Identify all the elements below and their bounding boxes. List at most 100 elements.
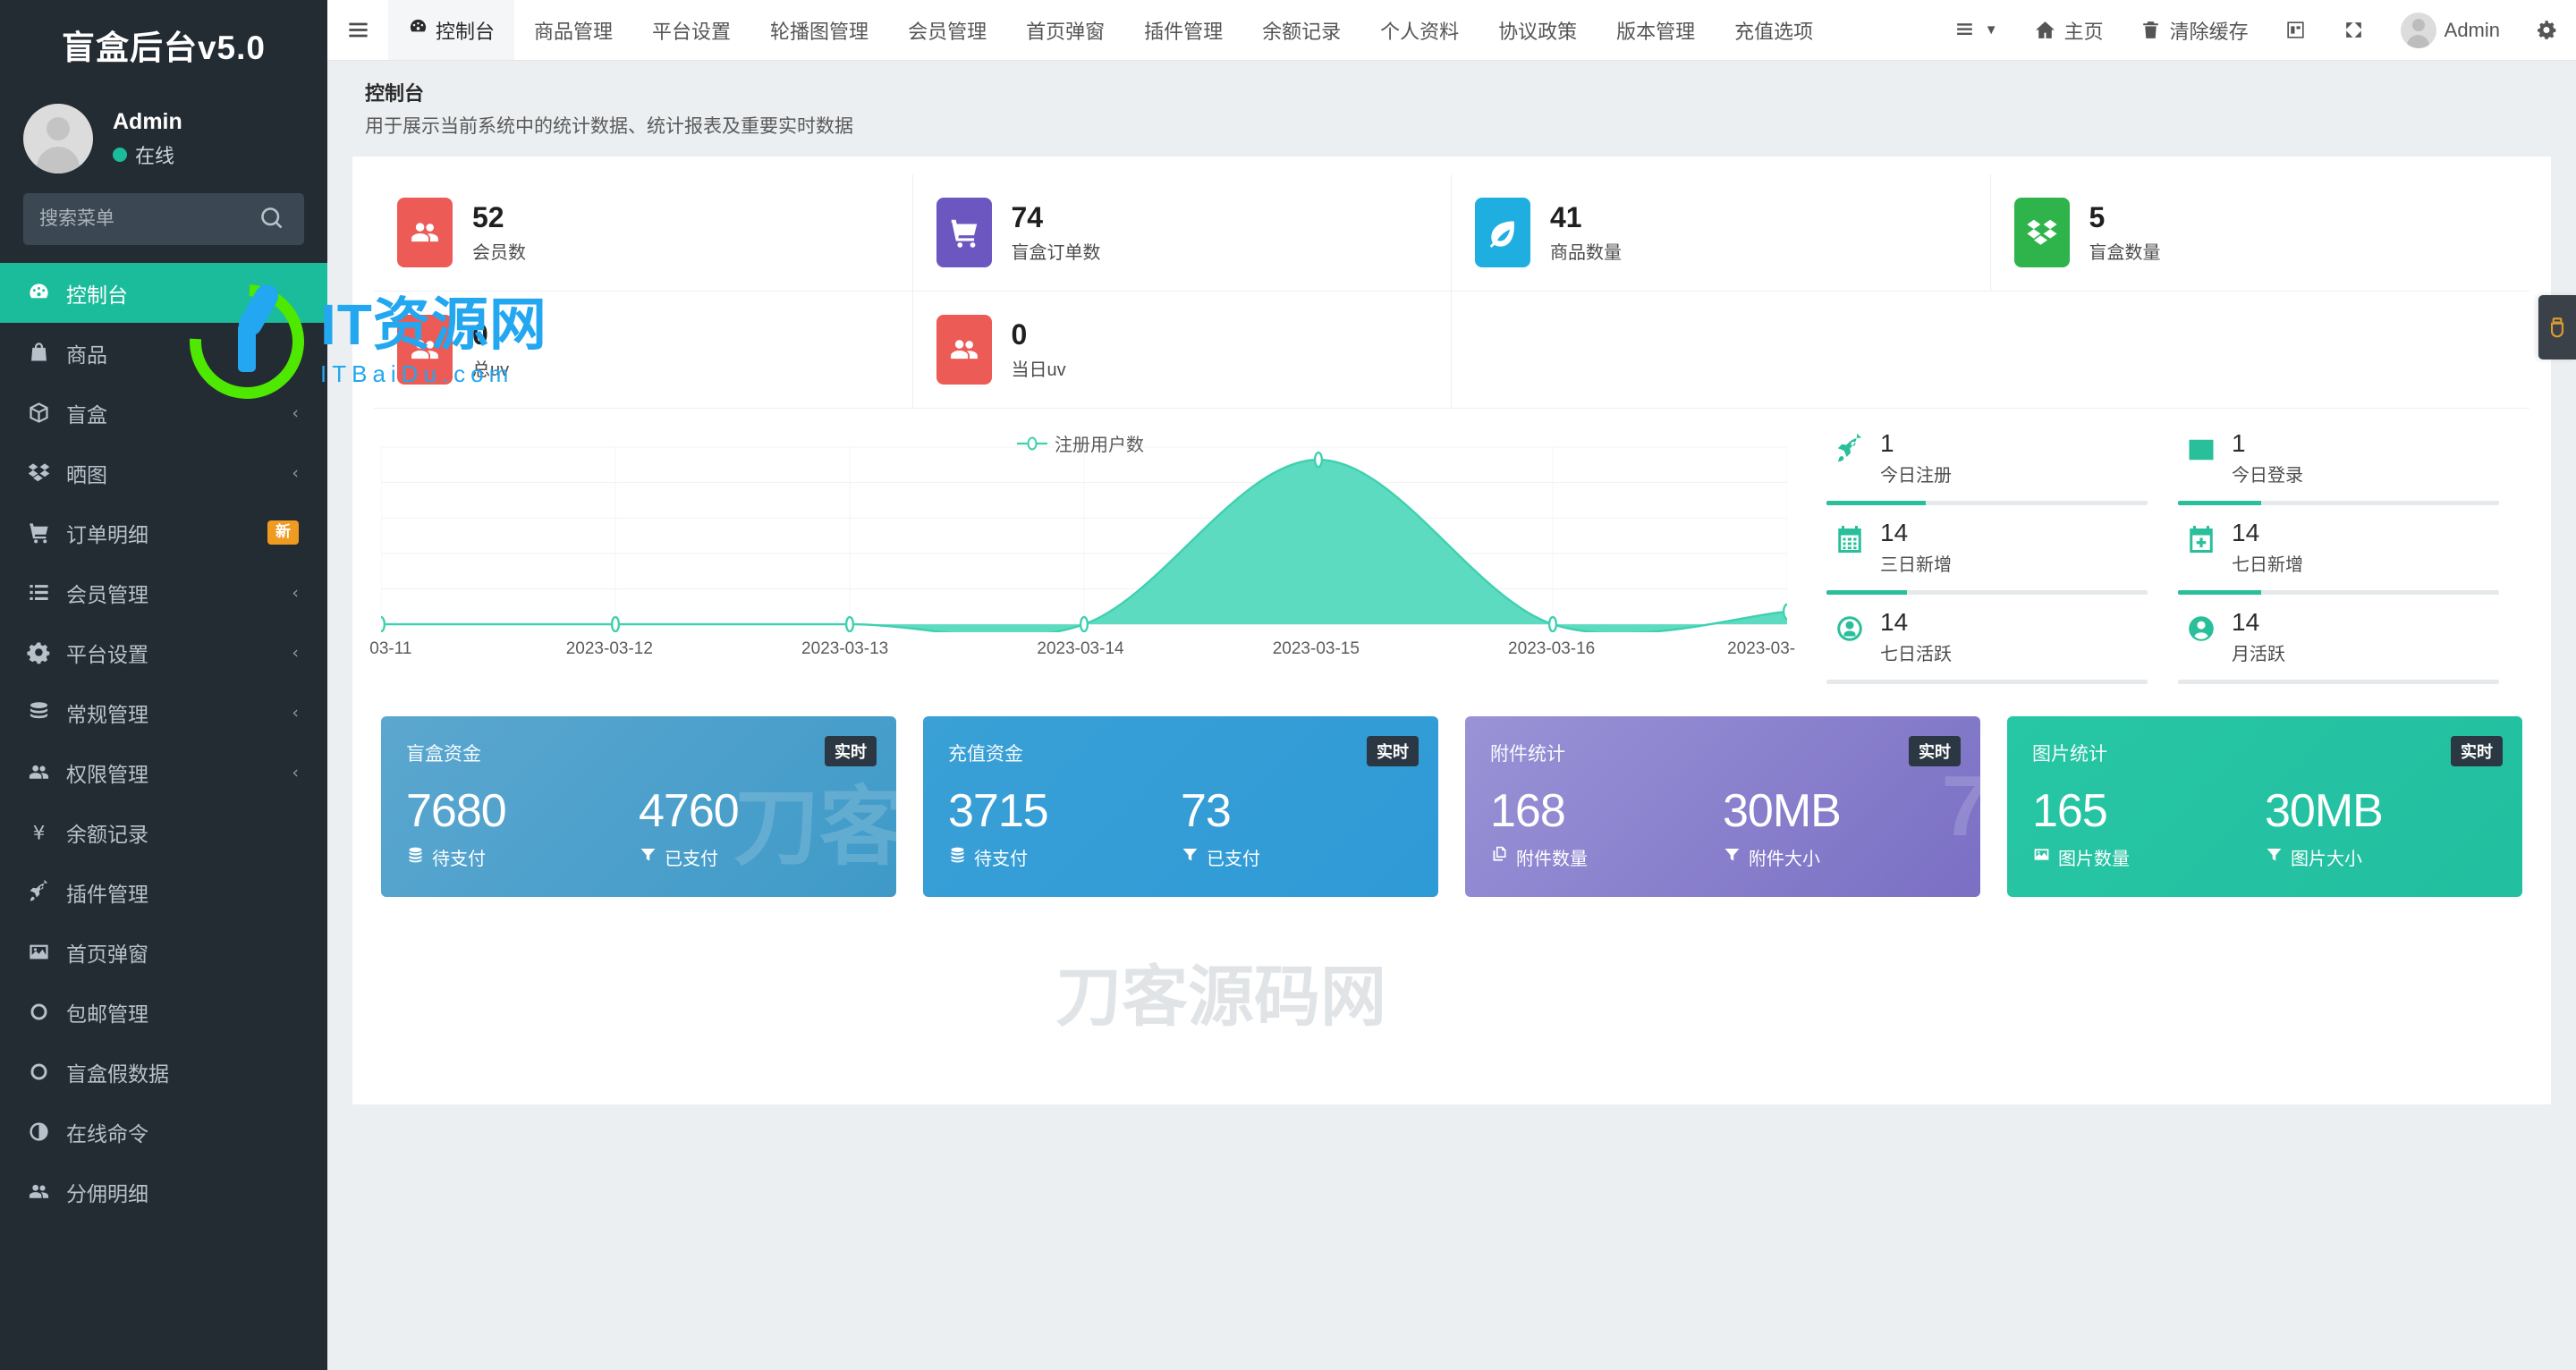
stat-label: 商品数量 [1550,242,1622,263]
home-button[interactable]: 主页 [2016,0,2122,60]
stat-card-5[interactable]: 0 当日uv [912,292,1452,409]
home-label: 主页 [2063,20,2104,43]
sidebar-item-14[interactable]: 在线命令 [0,1102,327,1162]
summary-card-2[interactable]: 附件统计 实时 7 168 附件数量 30MB 附件大小 [1465,716,1980,898]
page-subtitle: 用于展示当前系统中的统计数据、统计报表及重要实时数据 [365,116,853,137]
right-stat-4[interactable]: 14 七日活跃 [1826,604,2178,693]
chart-legend[interactable]: 注册用户数 [374,430,1787,456]
stat-card-1[interactable]: 74 盲盒订单数 [912,174,1452,292]
tab-8[interactable]: 个人资料 [1360,0,1479,60]
right-stat-5[interactable]: 14 月活跃 [2178,604,2529,693]
x-axis-tick: 2023-03-14 [1037,639,1124,658]
clear-cache-button[interactable]: 清除缓存 [2122,0,2267,60]
summary-card-title: 图片统计 [2032,744,2107,765]
stat-card-4[interactable]: 0 总uv [374,292,913,409]
usb-icon[interactable] [2538,295,2576,359]
theme-icon[interactable] [2267,0,2325,60]
tab-0[interactable]: 控制台 [388,0,515,60]
tab-4[interactable]: 会员管理 [888,0,1006,60]
sidebar-item-8[interactable]: 权限管理 ‹ [0,742,327,802]
summary-left-label: 附件数量 [1516,850,1588,870]
user-circle-solid-icon [2178,609,2224,645]
user-menu[interactable]: Admin [2383,0,2518,60]
sidebar-item-15[interactable]: 分佣明细 [0,1162,327,1222]
sidebar-item-2[interactable]: 盲盒 ‹ [0,383,327,443]
summary-right-label: 已支付 [1207,850,1260,870]
sidebar-item-6[interactable]: 平台设置 ‹ [0,622,327,682]
tab-label: 平台设置 [652,20,732,43]
right-stat-list: 1 今日注册 1 今日登录 14 三日新增 14 七日新增 14 七日活跃 14… [1787,425,2529,693]
summary-right-value: 73 [1181,785,1232,837]
leaf-icon [1475,198,1530,267]
yen-icon: ¥ [27,820,61,844]
sidebar-item-9[interactable]: ¥ 余额记录 [0,802,327,862]
chevron-left-icon: ‹ [292,702,299,723]
sidebar-item-7[interactable]: 常规管理 ‹ [0,682,327,742]
status-badge: 实时 [1909,736,1961,766]
tab-5[interactable]: 首页弹窗 [1006,0,1124,60]
sidebar: 盲盒后台v5.0 Admin 在线 控制台 商品 ‹ [0,0,327,1370]
tab-label: 会员管理 [908,20,987,43]
idcard-icon [2178,430,2224,466]
stat-card-2[interactable]: 41 商品数量 [1452,174,1991,292]
right-stat-0[interactable]: 1 今日注册 [1826,425,2178,514]
hamburger-icon[interactable] [327,0,388,60]
tab-10[interactable]: 版本管理 [1597,0,1715,60]
tab-9[interactable]: 协议政策 [1479,0,1597,60]
tab-list-dropdown[interactable]: ▼ [1936,0,2016,60]
sidebar-item-4[interactable]: 订单明细 新 [0,503,327,562]
sidebar-item-10[interactable]: 插件管理 [0,862,327,922]
sidebar-item-label: 商品 [66,342,107,367]
tab-1[interactable]: 商品管理 [514,0,632,60]
tab-6[interactable]: 插件管理 [1124,0,1242,60]
image-icon [27,940,61,964]
summary-card-1[interactable]: 充值资金 实时 3715 待支付 73 已支付 [923,716,1438,898]
fullscreen-icon[interactable] [2325,0,2383,60]
sidebar-item-11[interactable]: 首页弹窗 [0,922,327,982]
summary-right-value: 30MB [2265,785,2384,837]
main-area: 控制台 商品管理 平台设置 轮播图管理 会员管理 首页弹窗 插件管理 余额记录 … [327,0,2576,1370]
sidebar-item-1[interactable]: 商品 ‹ [0,323,327,383]
summary-right-value: 30MB [1723,785,1842,837]
database-icon [27,700,61,724]
right-stat-2[interactable]: 14 三日新增 [1826,514,2178,604]
sidebar-item-3[interactable]: 晒图 ‹ [0,443,327,503]
stat-value: 0 [1011,318,1028,351]
sidebar-item-label: 余额记录 [66,822,148,846]
tab-7[interactable]: 余额记录 [1242,0,1360,60]
summary-left-label: 图片数量 [2058,850,2130,870]
tab-2[interactable]: 平台设置 [632,0,750,60]
summary-card-3[interactable]: 图片统计 实时 165 图片数量 30MB 图片大小 [2007,716,2522,898]
sidebar-item-12[interactable]: 包邮管理 [0,982,327,1042]
calendar-icon [1826,520,1873,555]
stat-card-0[interactable]: 52 会员数 [374,174,913,292]
sidebar-item-0[interactable]: 控制台 [0,263,327,323]
gears-icon[interactable] [2518,0,2576,60]
stat-cards: 52 会员数 74 盲盒订单数 41 商品数量 5 盲盒数量 0 总uv 0 当… [374,174,2529,409]
sidebar-item-label: 包邮管理 [66,1002,148,1026]
progress-bar [2178,500,2499,505]
right-stat-value: 1 [2232,429,2246,457]
summary-left-value: 168 [1490,785,1566,837]
sidebar-item-13[interactable]: 盲盒假数据 [0,1042,327,1102]
sidebar-item-label: 晒图 [66,462,107,486]
x-axis-tick: 03-11 [369,639,412,658]
right-stat-3[interactable]: 14 七日新增 [2178,514,2529,604]
search-icon[interactable] [259,206,286,233]
tab-label: 充值选项 [1734,20,1814,43]
rocket-icon [27,880,61,904]
sidebar-item-5[interactable]: 会员管理 ‹ [0,562,327,622]
calendar-plus-icon [2178,520,2224,555]
right-stat-1[interactable]: 1 今日登录 [2178,425,2529,514]
rocket-icon [1826,430,1873,466]
content-area: 52 会员数 74 盲盒订单数 41 商品数量 5 盲盒数量 0 总uv 0 当… [327,156,2576,1370]
sidebar-user-block[interactable]: Admin 在线 [0,89,327,193]
right-stat-label: 月活跃 [2232,644,2285,664]
summary-right-label: 已支付 [665,850,718,870]
tab-11[interactable]: 充值选项 [1715,0,1833,60]
summary-card-0[interactable]: 盲盒资金 实时 刀客 7680 待支付 4760 已支付 [381,716,896,898]
right-stat-value: 14 [1880,608,1909,636]
tab-3[interactable]: 轮播图管理 [750,0,888,60]
users-icon [27,760,61,784]
stat-card-3[interactable]: 5 盲盒数量 [1990,174,2529,292]
